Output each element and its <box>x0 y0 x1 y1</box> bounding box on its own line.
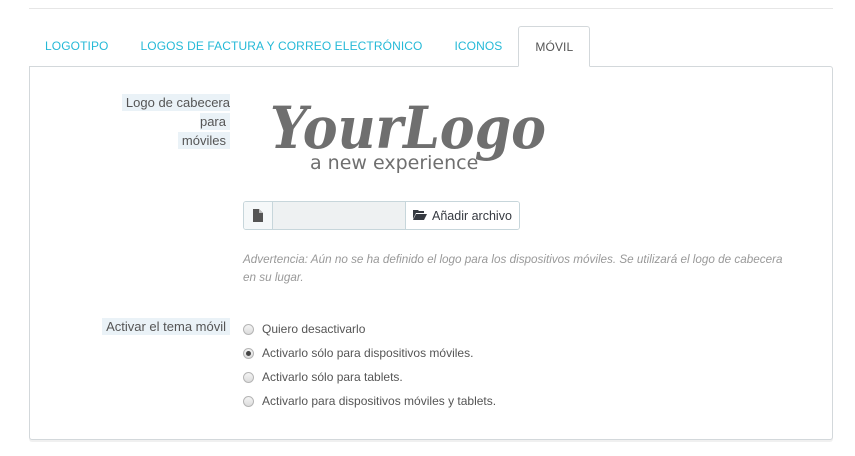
radio-label: Activarlo para dispositivos móviles y ta… <box>262 394 497 408</box>
top-divider <box>29 8 833 9</box>
add-file-label: Añadir archivo <box>432 208 512 223</box>
radio-option-mobile-only[interactable]: Activarlo sólo para dispositivos móviles… <box>243 341 496 365</box>
radio-label: Activarlo sólo para tablets. <box>262 370 403 384</box>
file-icon <box>244 202 273 229</box>
radio-option-mobile-and-tablets[interactable]: Activarlo para dispositivos móviles y ta… <box>243 389 496 413</box>
radio-option-disable[interactable]: Quiero desactivarlo <box>243 317 496 341</box>
radio-button[interactable] <box>243 323 254 335</box>
mobile-theme-label-text: Activar el tema móvil <box>102 318 230 335</box>
radio-button[interactable] <box>243 371 254 383</box>
logo-preview: YourLogo a new experience <box>268 92 558 176</box>
radio-label: Activarlo sólo para dispositivos móviles… <box>262 346 474 360</box>
mobile-logo-label: Logo de cabecera para móviles <box>90 93 230 150</box>
file-name-field[interactable] <box>273 202 405 229</box>
tab-invoice-email-logos[interactable]: LOGOS DE FACTURA Y CORREO ELECTRÓNICO <box>124 26 438 65</box>
radio-label: Quiero desactivarlo <box>262 322 366 336</box>
mobile-theme-options: Quiero desactivarlo Activarlo sólo para … <box>243 317 496 413</box>
radio-option-tablets-only[interactable]: Activarlo sólo para tablets. <box>243 365 496 389</box>
tab-mobile[interactable]: MÓVIL <box>518 26 591 67</box>
tab-bar: LOGOTIPO LOGOS DE FACTURA Y CORREO ELECT… <box>29 26 591 67</box>
mobile-logo-label-line1: Logo de cabecera para <box>121 94 230 130</box>
tab-logotipo[interactable]: LOGOTIPO <box>29 26 124 65</box>
add-file-button[interactable]: Añadir archivo <box>405 202 519 229</box>
warning-text: Advertencia: Aún no se ha definido el lo… <box>243 253 783 284</box>
tab-icons[interactable]: ICONOS <box>438 26 518 65</box>
radio-button-checked[interactable] <box>243 347 254 359</box>
folder-open-icon <box>413 209 427 223</box>
radio-button[interactable] <box>243 395 254 407</box>
mobile-logo-label-line2: móviles <box>177 132 230 149</box>
logo-tagline: a new experience <box>310 152 478 174</box>
file-upload-group: Añadir archivo <box>243 201 520 230</box>
mobile-theme-label: Activar el tema móvil <box>60 317 230 336</box>
